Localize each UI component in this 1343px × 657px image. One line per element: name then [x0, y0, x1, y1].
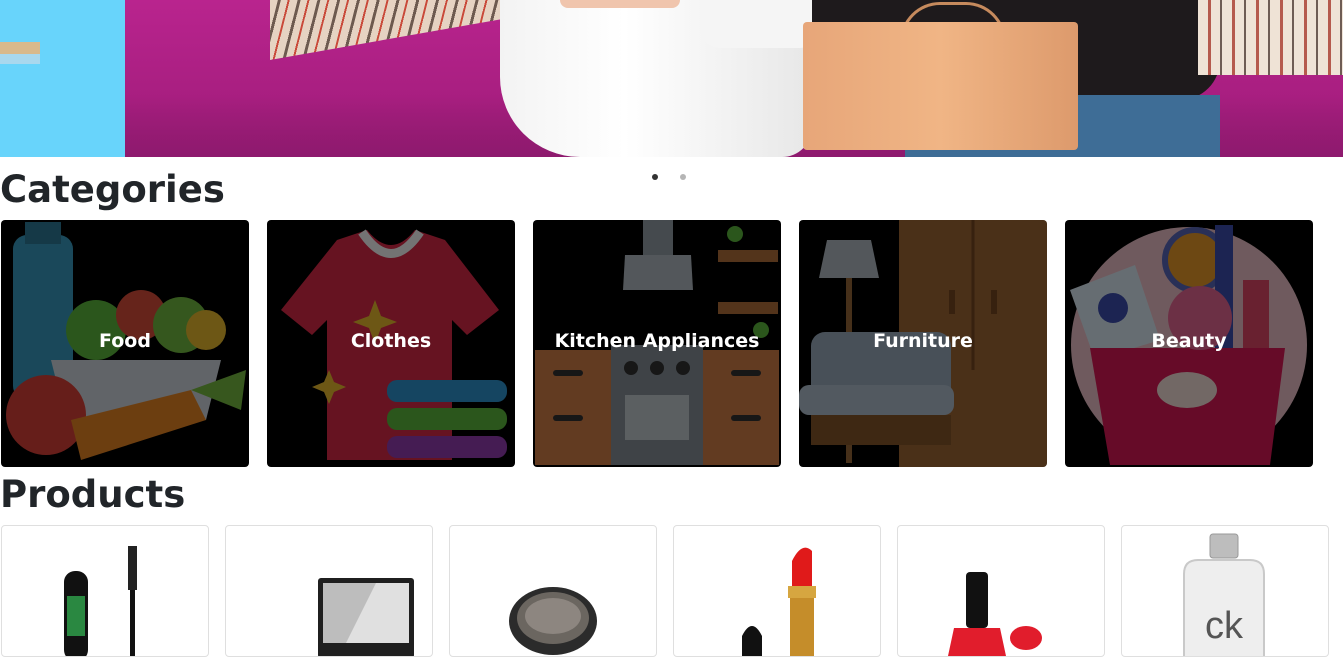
- category-label: Beauty: [1151, 330, 1227, 352]
- category-label: Food: [99, 330, 151, 352]
- category-card-furniture[interactable]: Furniture: [799, 220, 1047, 467]
- category-label: Kitchen Appliances: [554, 330, 760, 352]
- product-card-mascara[interactable]: [1, 525, 209, 657]
- product-card-ck-perfume[interactable]: ck: [1121, 525, 1329, 657]
- perfume-image: ck: [1183, 533, 1265, 656]
- mascara-image: [64, 546, 137, 656]
- mirror-image: [318, 578, 414, 656]
- product-card-compact-powder[interactable]: [449, 525, 657, 657]
- category-label: Furniture: [873, 330, 973, 352]
- category-card-beauty[interactable]: Beauty: [1065, 220, 1313, 467]
- categories-heading: Categories: [0, 168, 225, 211]
- perfume-brand-text: ck: [1205, 605, 1244, 647]
- carousel-indicators: [652, 174, 686, 182]
- lipstick-image: [742, 547, 816, 656]
- category-label: Clothes: [350, 330, 432, 352]
- product-card-nail-polish[interactable]: [897, 525, 1105, 657]
- category-card-clothes[interactable]: Clothes: [267, 220, 515, 467]
- nail-polish-image: [948, 572, 1042, 656]
- shopping-bag-image: [1198, 0, 1343, 75]
- product-card-mirror[interactable]: [225, 525, 433, 657]
- category-card-food[interactable]: Food: [1, 220, 249, 467]
- compact-image: [509, 587, 597, 655]
- hero-carousel[interactable]: [0, 0, 1343, 157]
- carousel-dot-1[interactable]: [652, 174, 658, 180]
- carousel-prev-slide-peek: [0, 0, 125, 157]
- carousel-dot-2[interactable]: [680, 174, 686, 180]
- products-heading: Products: [0, 473, 186, 516]
- category-card-kitchen-appliances[interactable]: Kitchen Appliances: [533, 220, 781, 467]
- paper-bag-image: [803, 22, 1078, 150]
- product-card-lipstick[interactable]: [673, 525, 881, 657]
